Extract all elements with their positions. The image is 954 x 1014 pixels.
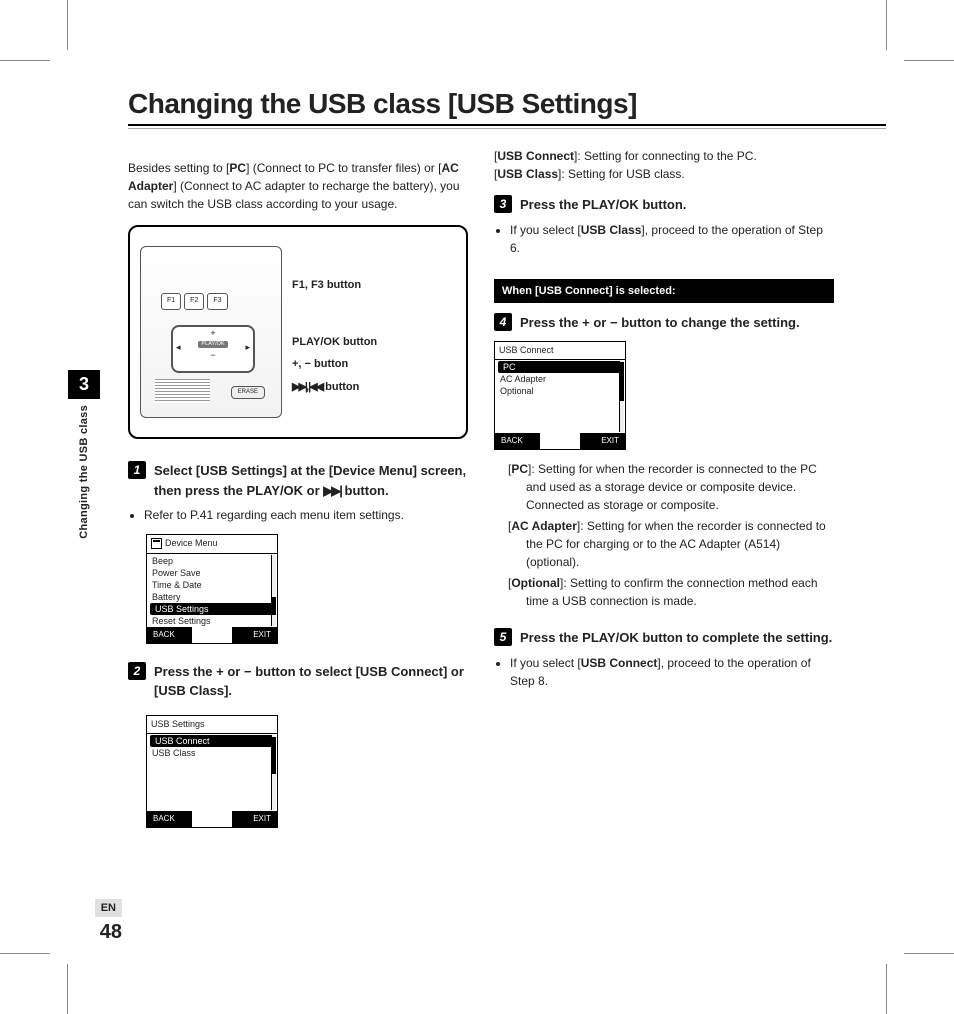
f1-key-icon: F1 bbox=[161, 293, 181, 310]
step-5: 5 Press the PLAY/OK button to complete t… bbox=[494, 628, 834, 690]
title-rule bbox=[128, 124, 886, 129]
softkey-exit: EXIT bbox=[232, 811, 277, 827]
intro-paragraph: Besides setting to [PC] (Connect to PC t… bbox=[128, 159, 468, 213]
step-4: 4 Press the + or − button to change the … bbox=[494, 313, 834, 610]
step-1: 1 Select [USB Settings] at the [Device M… bbox=[128, 461, 468, 644]
right-column: [USB Connect]: Setting for connecting to… bbox=[494, 147, 834, 834]
crop-mark bbox=[0, 953, 50, 954]
crop-mark bbox=[904, 953, 954, 954]
menu-item-selected: USB Settings bbox=[150, 603, 274, 615]
label-plusminus: +, − button bbox=[292, 358, 348, 370]
diagram-labels: F1, F3 button PLAY/OK button +, − button… bbox=[292, 263, 456, 401]
lcd-usb-settings: USB Settings USB Connect USB Class BACK … bbox=[146, 715, 278, 829]
page-title: Changing the USB class [USB Settings] bbox=[128, 88, 886, 120]
menu-item-selected: PC bbox=[498, 361, 622, 373]
softkey-exit: EXIT bbox=[580, 433, 625, 449]
f3-key-icon: F3 bbox=[207, 293, 227, 310]
crop-mark bbox=[0, 60, 50, 61]
crop-mark bbox=[67, 964, 68, 1014]
softkey-back: BACK bbox=[495, 433, 540, 449]
step-number-icon: 4 bbox=[494, 313, 512, 331]
softkey-back: BACK bbox=[147, 627, 192, 643]
softkey-exit: EXIT bbox=[232, 627, 277, 643]
step-5-heading: Press the PLAY/OK button to complete the… bbox=[520, 628, 832, 648]
label-seek: ▶▶|, |◀◀ bbox=[292, 381, 322, 393]
playok-pad-icon: + PLAY/OK − ◂ ▸ bbox=[171, 325, 255, 373]
f2-key-icon: F2 bbox=[184, 293, 204, 310]
step-number-icon: 3 bbox=[494, 195, 512, 213]
step-3-heading: Press the PLAY/OK button. bbox=[520, 195, 686, 215]
menu-icon bbox=[151, 538, 162, 549]
step-3: 3 Press the PLAY/OK button. If you selec… bbox=[494, 195, 834, 257]
section-bar-usb-connect: When [USB Connect] is selected: bbox=[494, 279, 834, 304]
menu-item: AC Adapter bbox=[495, 373, 625, 385]
side-tab: 3 Changing the USB class bbox=[68, 370, 100, 539]
speaker-grille-icon bbox=[155, 379, 210, 403]
menu-item-selected: USB Connect bbox=[150, 735, 274, 747]
crop-mark bbox=[886, 0, 887, 50]
label-playok: PLAY/OK button bbox=[292, 336, 377, 348]
step-number-icon: 2 bbox=[128, 662, 146, 680]
step-4-heading: Press the + or − button to change the se… bbox=[520, 313, 800, 333]
step-3-bullet: If you select [USB Class], proceed to th… bbox=[510, 221, 834, 257]
device-diagram: F1 F2 F3 + PLAY/OK − ◂ ▸ ERASE bbox=[128, 225, 468, 439]
step-1-heading: Select [USB Settings] at the [Device Men… bbox=[154, 461, 468, 500]
step-1-bullet: Refer to P.41 regarding each menu item s… bbox=[144, 506, 468, 524]
menu-item: Beep bbox=[147, 555, 277, 567]
menu-item: Optional bbox=[495, 385, 625, 397]
menu-item: Battery bbox=[147, 591, 277, 603]
label-f1f3: F1, F3 button bbox=[292, 279, 361, 291]
lcd-device-menu: Device Menu Beep Power Save Time & Date … bbox=[146, 534, 278, 644]
step-5-bullet: If you select [USB Connect], proceed to … bbox=[510, 654, 834, 690]
usb-connect-def: [USB Connect]: Setting for connecting to… bbox=[494, 147, 834, 165]
option-definitions: [PC]: Setting for when the recorder is c… bbox=[498, 460, 834, 610]
crop-mark bbox=[886, 964, 887, 1014]
page-content: Changing the USB class [USB Settings] 3 … bbox=[68, 60, 886, 954]
step-number-icon: 5 bbox=[494, 628, 512, 646]
chapter-number: 3 bbox=[68, 370, 100, 399]
lcd-usb-connect: USB Connect PC AC Adapter Optional BACK … bbox=[494, 341, 626, 451]
page-sheet: Changing the USB class [USB Settings] 3 … bbox=[0, 0, 954, 1014]
device-illustration: F1 F2 F3 + PLAY/OK − ◂ ▸ ERASE bbox=[140, 246, 282, 418]
crop-mark bbox=[67, 0, 68, 50]
language-badge: EN bbox=[95, 899, 122, 917]
page-footer: EN 48 bbox=[68, 898, 122, 944]
crop-mark bbox=[904, 60, 954, 61]
menu-item: USB Class bbox=[147, 747, 277, 759]
step-number-icon: 1 bbox=[128, 461, 146, 479]
menu-item: Power Save bbox=[147, 567, 277, 579]
step-2: 2 Press the + or − button to select [USB… bbox=[128, 662, 468, 829]
usb-class-def: [USB Class]: Setting for USB class. bbox=[494, 165, 834, 183]
erase-button-icon: ERASE bbox=[231, 386, 265, 399]
page-number: 48 bbox=[68, 921, 122, 944]
menu-item: Reset Settings bbox=[147, 615, 277, 627]
menu-item: Time & Date bbox=[147, 579, 277, 591]
chapter-title-vertical: Changing the USB class bbox=[78, 405, 90, 539]
softkey-back: BACK bbox=[147, 811, 192, 827]
left-column: Besides setting to [PC] (Connect to PC t… bbox=[128, 147, 468, 834]
step-2-heading: Press the + or − button to select [USB C… bbox=[154, 662, 468, 701]
